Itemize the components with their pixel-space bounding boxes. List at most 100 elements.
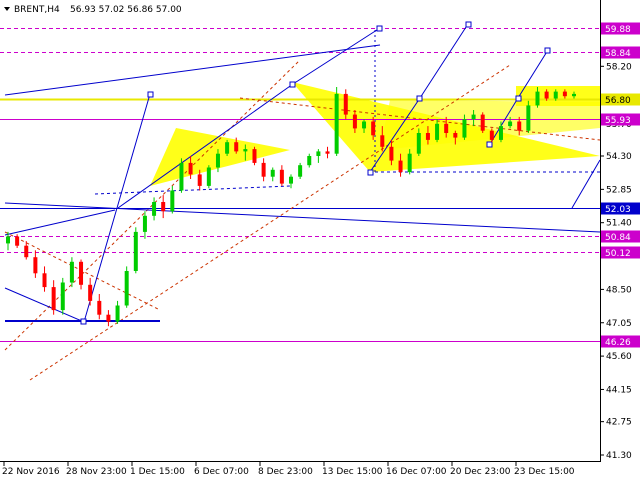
candle-body	[225, 142, 230, 154]
candle-body	[526, 105, 531, 131]
candle-body	[343, 93, 348, 115]
level-label: 58.84	[605, 49, 631, 59]
y-tick-label: 41.30	[606, 451, 632, 461]
candle-body	[425, 133, 430, 140]
level-label: 56.80	[605, 96, 631, 106]
candle-body	[380, 135, 385, 147]
candle-body	[362, 121, 367, 129]
x-tick-label: 28 Nov 23:00	[66, 467, 127, 477]
candle-body	[124, 271, 129, 306]
candle-body	[88, 284, 93, 301]
candle-body	[42, 273, 47, 288]
level-label: 59.88	[605, 25, 631, 35]
candle-body	[197, 174, 202, 186]
candle-body	[252, 149, 257, 163]
price-chart: 59.8858.8458.2056.8055.9355.7054.3052.85…	[0, 0, 640, 480]
wave-point-marker	[544, 47, 551, 54]
candle-body	[279, 169, 284, 184]
candle-body	[51, 287, 56, 311]
candle-body	[553, 91, 558, 99]
level-label: 52.03	[605, 205, 631, 215]
candle-body	[562, 91, 567, 97]
wave-point-marker	[367, 169, 374, 176]
candle-body	[215, 153, 220, 168]
candle-body	[60, 282, 65, 311]
wave-point-marker	[147, 91, 154, 98]
candle-body	[444, 123, 449, 133]
y-tick-label: 44.15	[606, 385, 632, 395]
candle-body	[471, 114, 476, 120]
x-tick-label: 6 Dec 07:00	[194, 467, 249, 477]
candle-body	[115, 305, 120, 322]
x-tick-label: 22 Nov 2016	[2, 467, 60, 477]
x-tick-label: 16 Dec 07:00	[386, 467, 447, 477]
candle-body	[234, 142, 239, 152]
wave-point-marker	[465, 21, 472, 28]
candle-body	[544, 91, 549, 99]
candle-body	[535, 91, 540, 106]
candle-body	[352, 114, 357, 129]
candle-body	[307, 156, 312, 166]
wave-point-marker	[376, 25, 383, 32]
wave-point-marker	[486, 141, 493, 148]
candle-body	[416, 133, 421, 154]
candle-body	[15, 236, 20, 246]
candle-body	[453, 133, 458, 138]
wave-point-marker	[416, 95, 423, 102]
y-tick-label: 51.40	[606, 219, 632, 229]
y-tick-label: 54.30	[606, 152, 632, 162]
x-tick-label: 1 Dec 15:00	[130, 467, 185, 477]
y-tick-label: 47.05	[606, 319, 632, 329]
x-tick-label: 8 Dec 23:00	[258, 467, 313, 477]
x-tick-label: 20 Dec 23:00	[450, 467, 511, 477]
candle-body	[161, 202, 166, 212]
candle-body	[142, 215, 147, 232]
candle-body	[69, 261, 74, 283]
candle-body	[398, 160, 403, 173]
candle-body	[316, 151, 321, 156]
candle-body	[389, 146, 394, 161]
candle-body	[79, 261, 84, 285]
y-tick-label: 48.50	[606, 285, 632, 295]
candle-body	[462, 119, 467, 138]
level-label: 55.93	[605, 116, 631, 126]
wave-point-marker	[515, 95, 522, 102]
level-label: 50.12	[605, 249, 631, 259]
candle-body	[407, 153, 412, 173]
candle-body	[498, 126, 503, 140]
wave-point-marker	[80, 318, 87, 325]
candle-body	[270, 169, 275, 177]
y-tick-label: 42.75	[606, 418, 632, 428]
candle-body	[206, 167, 211, 186]
candle-body	[261, 162, 266, 177]
candle-body	[489, 130, 494, 140]
candle-body	[371, 121, 376, 136]
candle-body	[179, 162, 184, 191]
level-label: 46.26	[605, 338, 631, 348]
candle-body	[508, 121, 513, 127]
y-tick-label: 58.20	[606, 62, 632, 72]
candle-body	[188, 162, 193, 175]
candle-body	[334, 93, 339, 154]
y-tick-label: 45.60	[606, 352, 632, 362]
symbol-label: BRENT,H4	[14, 5, 60, 15]
ohlc-values: 56.93 57.02 56.86 57.00	[70, 5, 182, 15]
candle-body	[435, 123, 440, 140]
level-label: 50.84	[605, 233, 631, 243]
candle-body	[170, 190, 175, 212]
candle-body	[152, 202, 157, 216]
candle-body	[243, 149, 248, 152]
candle-body	[97, 300, 102, 315]
wave-point-marker	[289, 81, 296, 88]
x-tick-label: 23 Dec 15:00	[514, 467, 575, 477]
plot-background	[0, 0, 640, 480]
candle-body	[480, 114, 485, 131]
candle-body	[517, 121, 522, 131]
candle-body	[298, 165, 303, 177]
candle-body	[6, 236, 10, 244]
candle-body	[106, 314, 111, 322]
candle-body	[133, 231, 138, 271]
candle-body	[325, 151, 330, 154]
candle-body	[24, 245, 29, 258]
candle-body	[572, 93, 576, 97]
